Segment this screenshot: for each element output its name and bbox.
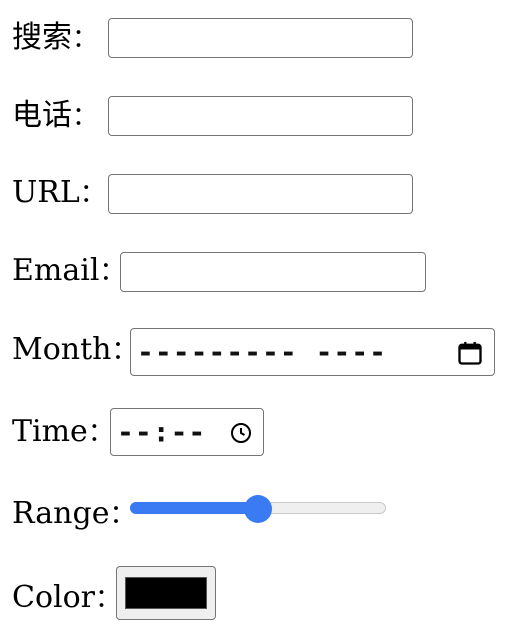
color-label: Color：: [12, 580, 122, 615]
time-input[interactable]: --:--: [110, 408, 264, 456]
url-label: URL：: [12, 175, 106, 210]
phone-input[interactable]: [108, 96, 413, 136]
email-input[interactable]: [120, 252, 426, 292]
range-fill: [130, 502, 258, 514]
color-swatch: [125, 577, 207, 609]
search-label: 搜索：: [12, 20, 99, 55]
clock-icon[interactable]: [229, 421, 253, 445]
time-placeholder: --:--: [117, 415, 207, 449]
range-thumb[interactable]: [244, 495, 272, 523]
url-input[interactable]: [108, 174, 413, 214]
month-label: Month：: [12, 332, 138, 367]
search-input[interactable]: [108, 18, 413, 58]
month-placeholder: --------- ----: [137, 335, 388, 369]
time-label: Time：: [12, 414, 114, 449]
range-slider[interactable]: [130, 495, 386, 523]
range-label: Range：: [12, 496, 136, 531]
calendar-icon[interactable]: [456, 339, 484, 367]
month-input[interactable]: --------- ----: [130, 328, 495, 376]
email-label: Email：: [12, 253, 126, 288]
color-picker-button[interactable]: [116, 566, 216, 620]
phone-label: 电话：: [12, 98, 99, 133]
